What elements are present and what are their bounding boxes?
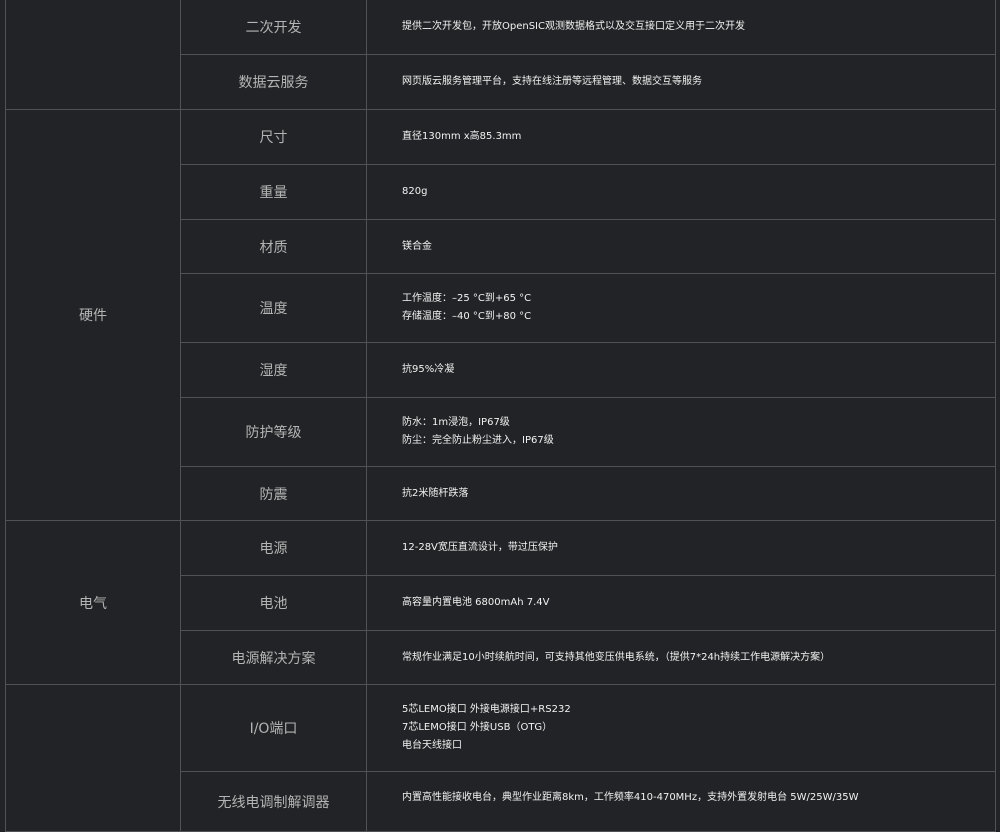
desc-cell: 抗2米随杆跌落	[366, 466, 996, 521]
desc-line: 电台天线接口	[402, 740, 462, 751]
param-cell: 材质	[180, 219, 367, 274]
category-cell-continued	[5, 0, 181, 110]
category-cell-hardware: 硬件	[5, 109, 181, 521]
param-cell: 电源	[180, 520, 367, 576]
param-cell: 尺寸	[180, 109, 367, 165]
desc-line: 防尘：完全防止粉尘进入，IP67级	[402, 435, 554, 446]
desc-cell: 5芯LEMO接口 外接电源接口+RS232 7芯LEMO接口 外接USB（OTG…	[366, 684, 996, 772]
desc-line: 提供二次开发包，开放OpenSIC观测数据格式以及交互接口定义用于二次开发	[402, 20, 745, 32]
param-cell: 二次开发	[180, 0, 367, 55]
desc-line: 常规作业满足10小时续航时间，可支持其他变压供电系统，（提供7*24h持续工作电…	[402, 651, 831, 663]
desc-line: 防水：1m浸泡，IP67级	[402, 417, 510, 428]
param-cell: I/O端口	[180, 684, 367, 772]
desc-cell: 工作温度：–25 °C到+65 °C 存储温度：–40 °C到+80 °C	[366, 273, 996, 343]
desc-cell: 提供二次开发包，开放OpenSIC观测数据格式以及交互接口定义用于二次开发	[366, 0, 996, 55]
desc-cell: 抗95%冷凝	[366, 342, 996, 398]
param-cell: 防震	[180, 466, 367, 521]
desc-line: 5芯LEMO接口 外接电源接口+RS232	[402, 704, 571, 715]
param-cell: 温度	[180, 273, 367, 343]
desc-cell: 网页版云服务管理平台，支持在线注册等远程管理、数据交互等服务	[366, 54, 996, 110]
desc-cell: 12-28V宽压直流设计，带过压保护	[366, 520, 996, 576]
desc-line: 820g	[402, 186, 428, 197]
desc-cell: 防水：1m浸泡，IP67级 防尘：完全防止粉尘进入，IP67级	[366, 397, 996, 467]
param-cell: 防护等级	[180, 397, 367, 467]
desc-cell: 高容量内置电池 6800mAh 7.4V	[366, 575, 996, 631]
desc-line: 内置高性能接收电台，典型作业距离8km，工作频率410-470MHz，支持外置发…	[402, 792, 859, 803]
desc-line: 高容量内置电池 6800mAh 7.4V	[402, 597, 550, 608]
param-cell: 数据云服务	[180, 54, 367, 110]
desc-cell: 常规作业满足10小时续航时间，可支持其他变压供电系统，（提供7*24h持续工作电…	[366, 630, 996, 685]
param-cell: 电池	[180, 575, 367, 631]
desc-cell: 820g	[366, 164, 996, 220]
desc-line: 7芯LEMO接口 外接USB（OTG）	[402, 722, 553, 733]
desc-line: 直径130mm x高85.3mm	[402, 131, 522, 142]
table-row: I/O端口 5芯LEMO接口 外接电源接口+RS232 7芯LEMO接口 外接U…	[5, 684, 996, 832]
param-cell: 无线电调制解调器	[180, 771, 367, 832]
desc-line: 存储温度：–40 °C到+80 °C	[402, 311, 532, 322]
desc-line: 工作温度：–25 °C到+65 °C	[402, 293, 532, 304]
category-cell-interface	[5, 684, 181, 832]
desc-cell: 直径130mm x高85.3mm	[366, 109, 996, 165]
category-cell-electrical: 电气	[5, 520, 181, 685]
desc-line: 抗95%冷凝	[402, 364, 455, 375]
desc-line: 12-28V宽压直流设计，带过压保护	[402, 542, 558, 553]
desc-line: 抗2米随杆跌落	[402, 487, 469, 499]
table-row: 二次开发 提供二次开发包，开放OpenSIC观测数据格式以及交互接口定义用于二次…	[5, 0, 996, 110]
desc-line: 镁合金	[402, 240, 432, 252]
desc-cell: 镁合金	[366, 219, 996, 274]
desc-line: 网页版云服务管理平台，支持在线注册等远程管理、数据交互等服务	[402, 76, 702, 87]
param-label: 无线电调制解调器	[217, 795, 330, 811]
param-cell: 电源解决方案	[180, 630, 367, 685]
table-row: 电气 电源 12-28V宽压直流设计，带过压保护	[5, 520, 996, 685]
param-cell: 湿度	[180, 342, 367, 398]
table-row: 硬件 尺寸 直径130mm x高85.3mm	[5, 109, 996, 521]
spec-table: 二次开发 提供二次开发包，开放OpenSIC观测数据格式以及交互接口定义用于二次…	[5, 0, 996, 832]
desc-cell: 内置高性能接收电台，典型作业距离8km，工作频率410-470MHz，支持外置发…	[366, 771, 996, 832]
param-cell: 重量	[180, 164, 367, 220]
